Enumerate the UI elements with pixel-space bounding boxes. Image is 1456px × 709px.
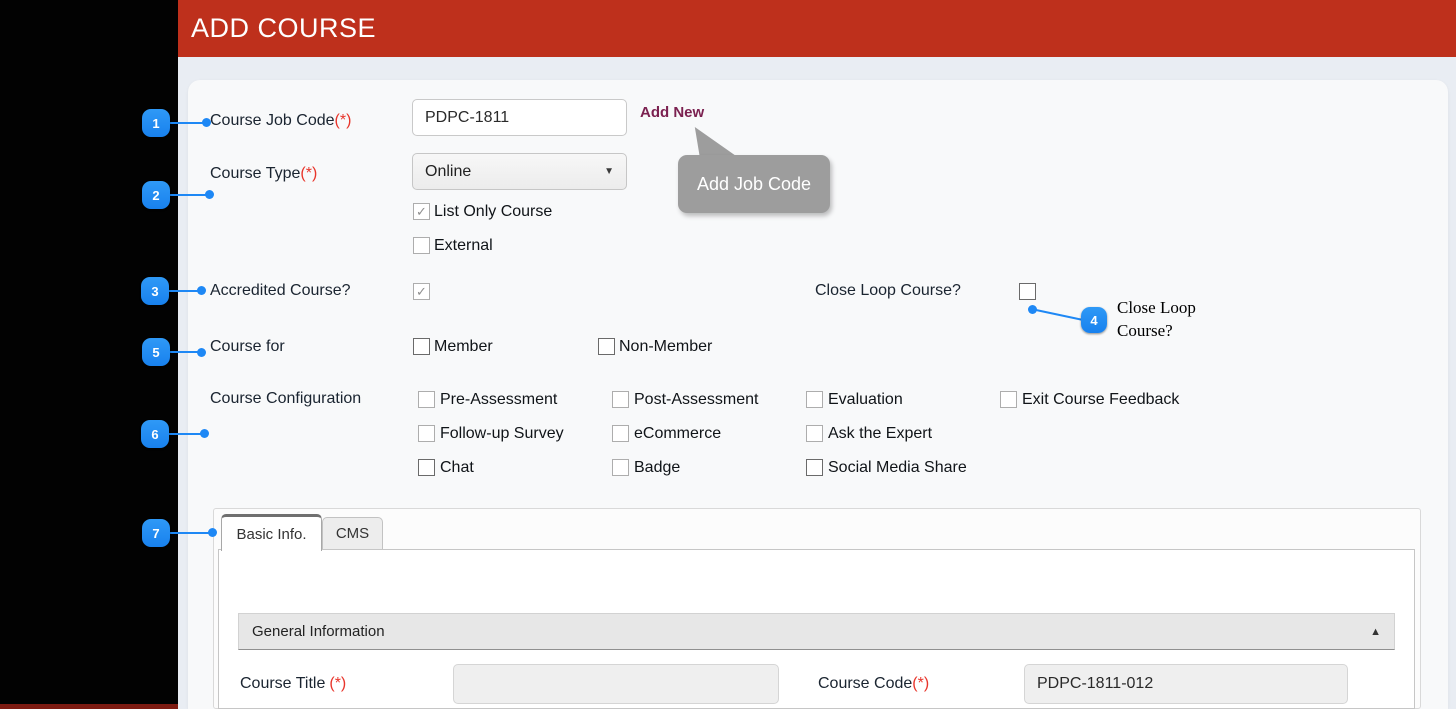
post-assessment-checkbox[interactable] bbox=[612, 391, 629, 408]
annotation-line-7 bbox=[170, 532, 210, 534]
course-code-label: Course Code(*) bbox=[818, 675, 929, 693]
add-job-code-tooltip: Add Job Code bbox=[678, 155, 830, 213]
ask-the-expert-label: Ask the Expert bbox=[828, 425, 932, 442]
page: ADD COURSE Course Job Code(*) Add New Ad… bbox=[0, 0, 1456, 709]
social-media-share-label: Social Media Share bbox=[828, 459, 967, 476]
member-label: Member bbox=[434, 338, 493, 355]
annotation-dot-6 bbox=[200, 429, 209, 438]
annotation-badge-4: 4 bbox=[1081, 307, 1107, 333]
ecommerce-label: eCommerce bbox=[634, 425, 721, 442]
annotation-badge-3: 3 bbox=[141, 277, 169, 305]
exit-course-feedback-checkbox[interactable] bbox=[1000, 391, 1017, 408]
annotation-dot-7 bbox=[208, 528, 217, 537]
course-type-select[interactable]: Online ▼ bbox=[412, 153, 627, 190]
course-type-label: Course Type(*) bbox=[210, 165, 317, 183]
course-type-value: Online bbox=[425, 163, 471, 181]
member-checkbox[interactable] bbox=[413, 338, 430, 355]
annotation-line-5 bbox=[170, 351, 199, 353]
course-job-code-input[interactable] bbox=[412, 99, 627, 136]
annotation-badge-7: 7 bbox=[142, 519, 170, 547]
pre-assessment-label: Pre-Assessment bbox=[440, 391, 557, 408]
badge-label: Badge bbox=[634, 459, 680, 476]
course-for-label: Course for bbox=[210, 338, 285, 356]
non-member-label: Non-Member bbox=[619, 338, 712, 355]
chat-checkbox[interactable] bbox=[418, 459, 435, 476]
annotation-line-2 bbox=[170, 194, 207, 196]
sidebar-bottom-strip bbox=[0, 704, 178, 709]
chat-label: Chat bbox=[440, 459, 474, 476]
list-only-course-label: List Only Course bbox=[434, 203, 552, 220]
annotation-dot-5 bbox=[197, 348, 206, 357]
external-checkbox[interactable] bbox=[413, 237, 430, 254]
evaluation-label: Evaluation bbox=[828, 391, 903, 408]
general-information-header[interactable]: General Information ▲ bbox=[238, 613, 1395, 650]
annotation-badge-1: 1 bbox=[142, 109, 170, 137]
page-header: ADD COURSE bbox=[178, 0, 1456, 57]
accredited-course-label: Accredited Course? bbox=[210, 282, 351, 300]
course-job-code-label: Course Job Code(*) bbox=[210, 112, 351, 130]
course-title-input[interactable] bbox=[453, 664, 779, 704]
pre-assessment-checkbox[interactable] bbox=[418, 391, 435, 408]
annotation-badge-5: 5 bbox=[142, 338, 170, 366]
course-title-label: Course Title(*) bbox=[240, 675, 346, 693]
list-only-course-checkbox[interactable]: ✓ bbox=[413, 203, 430, 220]
external-label: External bbox=[434, 237, 493, 254]
annotation-dot-2 bbox=[205, 190, 214, 199]
annotation-line-3 bbox=[169, 290, 199, 292]
annotation-note-close-loop: Close Loop Course? bbox=[1117, 296, 1237, 342]
add-new-link[interactable]: Add New bbox=[640, 104, 704, 121]
follow-up-survey-label: Follow-up Survey bbox=[440, 425, 564, 442]
chevron-down-icon: ▼ bbox=[604, 166, 614, 177]
ask-the-expert-checkbox[interactable] bbox=[806, 425, 823, 442]
annotation-badge-6: 6 bbox=[141, 420, 169, 448]
follow-up-survey-checkbox[interactable] bbox=[418, 425, 435, 442]
tab-cms[interactable]: CMS bbox=[322, 517, 383, 549]
badge-checkbox[interactable] bbox=[612, 459, 629, 476]
page-title: ADD COURSE bbox=[191, 0, 376, 57]
accredited-course-checkbox[interactable]: ✓ bbox=[413, 283, 430, 300]
annotation-line-1 bbox=[170, 122, 204, 124]
annotation-badge-2: 2 bbox=[142, 181, 170, 209]
evaluation-checkbox[interactable] bbox=[806, 391, 823, 408]
general-information-title: General Information bbox=[252, 623, 385, 640]
annotation-dot-1 bbox=[202, 118, 211, 127]
social-media-share-checkbox[interactable] bbox=[806, 459, 823, 476]
close-loop-course-label: Close Loop Course? bbox=[815, 282, 961, 300]
annotation-dot-4 bbox=[1028, 305, 1037, 314]
post-assessment-label: Post-Assessment bbox=[634, 391, 758, 408]
non-member-checkbox[interactable] bbox=[598, 338, 615, 355]
ecommerce-checkbox[interactable] bbox=[612, 425, 629, 442]
course-code-input[interactable] bbox=[1024, 664, 1348, 704]
annotation-line-6 bbox=[169, 433, 202, 435]
close-loop-course-checkbox[interactable] bbox=[1019, 283, 1036, 300]
course-configuration-label: Course Configuration bbox=[210, 390, 361, 408]
tab-basic-info[interactable]: Basic Info. bbox=[221, 514, 322, 551]
collapse-icon[interactable]: ▲ bbox=[1370, 626, 1381, 638]
exit-course-feedback-label: Exit Course Feedback bbox=[1022, 391, 1179, 408]
annotation-dot-3 bbox=[197, 286, 206, 295]
